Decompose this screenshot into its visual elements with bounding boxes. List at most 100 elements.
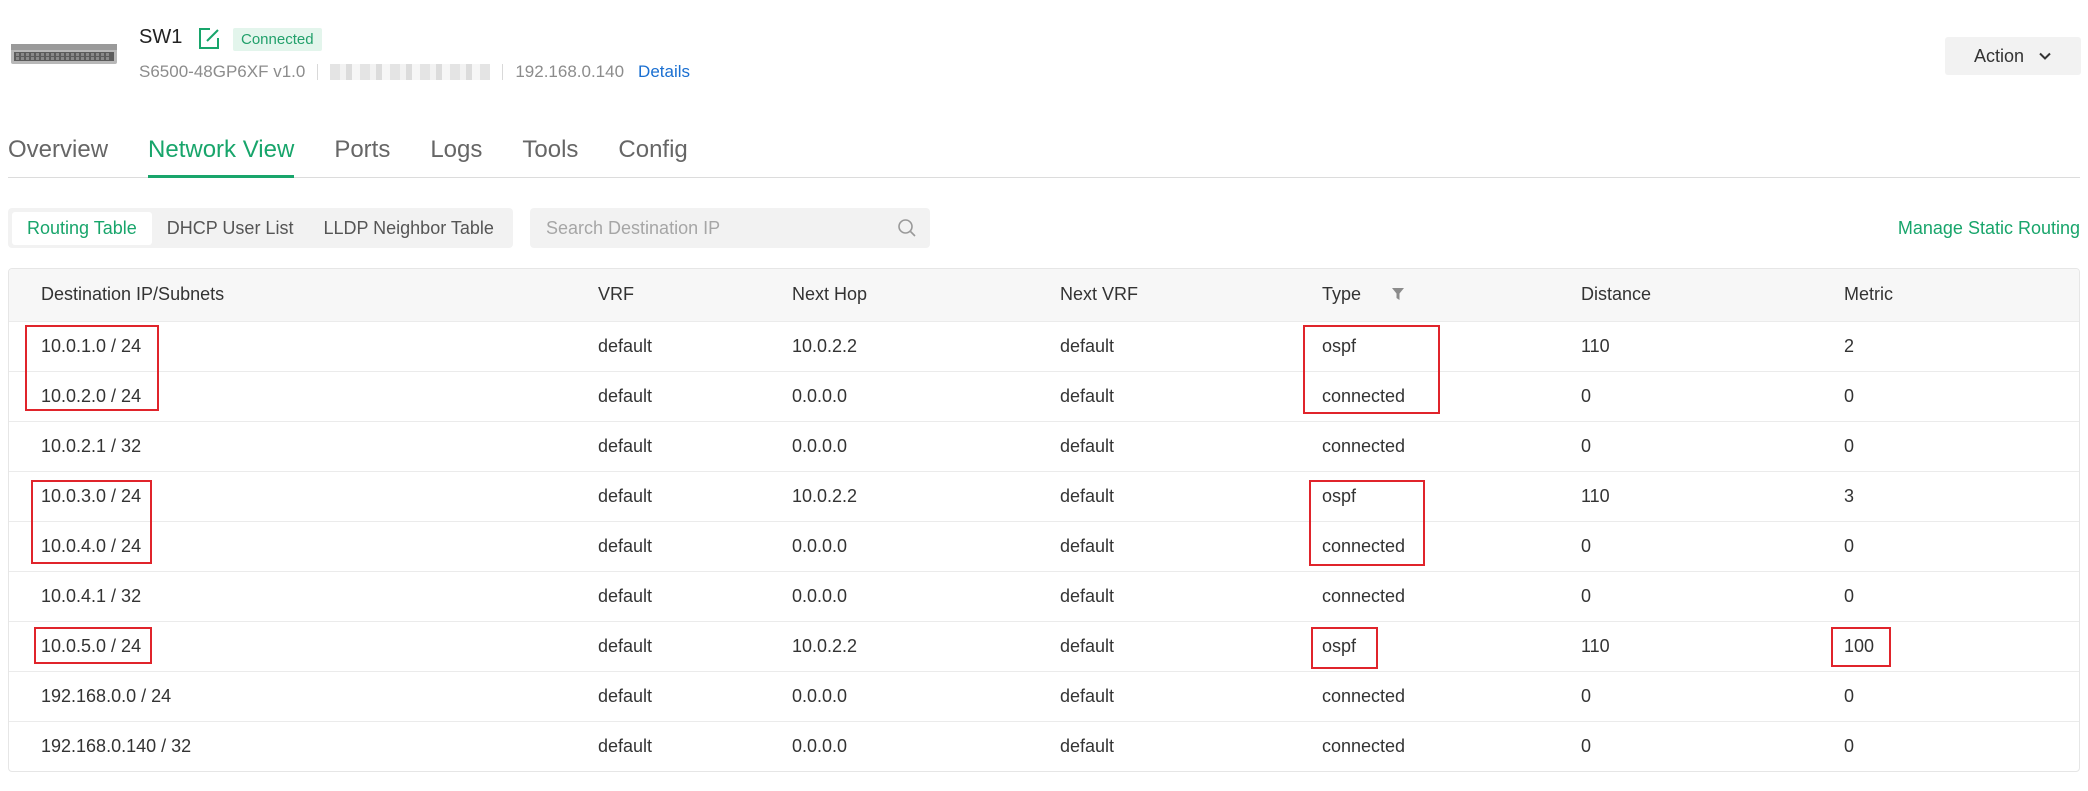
cell-vrf: default <box>598 435 653 456</box>
column-header-next-hop: Next Hop <box>792 284 868 305</box>
cell-type: connected <box>1322 685 1406 706</box>
manage-static-routing-link[interactable]: Manage Static Routing <box>1898 218 2080 239</box>
details-link[interactable]: Details <box>638 62 690 82</box>
cell-metric: 0 <box>1844 685 1855 706</box>
tab-logs[interactable]: Logs <box>430 130 482 177</box>
column-header-distance: Distance <box>1581 284 1652 305</box>
cell-next-vrf: default <box>1060 585 1115 606</box>
cell-vrf: default <box>598 485 653 506</box>
cell-next-hop: 0.0.0.0 <box>792 585 848 606</box>
table-row: 192.168.0.0 / 24 default 0.0.0.0 default… <box>9 671 2079 721</box>
table-row: 10.0.4.0 / 24 default 0.0.0.0 default co… <box>9 521 2079 571</box>
status-badge: Connected <box>233 28 322 51</box>
subtab-dhcp-user-list[interactable]: DHCP User List <box>152 212 309 245</box>
tab-ports[interactable]: Ports <box>334 130 390 177</box>
cell-distance: 110 <box>1581 485 1610 506</box>
column-header-type: Type <box>1290 269 1549 321</box>
cell-vrf: default <box>598 685 653 706</box>
cell-type: connected <box>1322 735 1406 756</box>
cell-next-vrf: default <box>1060 535 1115 556</box>
cell-next-vrf: default <box>1060 385 1115 406</box>
column-header-next-vrf: Next VRF <box>1060 284 1139 305</box>
cell-vrf: default <box>598 535 653 556</box>
cell-next-hop: 0.0.0.0 <box>792 685 848 706</box>
cell-next-hop: 10.0.2.2 <box>792 635 858 656</box>
cell-destination: 10.0.4.1 / 32 <box>41 585 142 606</box>
device-name: SW1 <box>139 26 183 48</box>
cell-distance: 110 <box>1581 635 1610 656</box>
cell-next-vrf: default <box>1060 735 1115 756</box>
divider <box>317 64 319 80</box>
tab-overview[interactable]: Overview <box>8 130 108 177</box>
subtab-routing-table[interactable]: Routing Table <box>12 211 152 245</box>
switch-device-image <box>11 44 117 64</box>
cell-metric: 0 <box>1844 435 1855 456</box>
cell-next-vrf: default <box>1060 435 1115 456</box>
tab-tools[interactable]: Tools <box>522 130 578 177</box>
action-dropdown-button[interactable]: Action <box>1945 37 2081 75</box>
filter-icon[interactable] <box>1391 287 1405 301</box>
divider <box>502 64 504 80</box>
cell-vrf: default <box>598 735 653 756</box>
table-row: 10.0.2.0 / 24 default 0.0.0.0 default co… <box>9 371 2079 421</box>
table-row: 192.168.0.140 / 32 default 0.0.0.0 defau… <box>9 721 2079 771</box>
device-meta-row: S6500-48GP6XF v1.0 192.168.0.140 Details <box>139 62 690 82</box>
cell-destination: 192.168.0.0 / 24 <box>41 685 172 706</box>
cell-destination: 10.0.2.0 / 24 <box>41 385 142 406</box>
column-header-vrf: VRF <box>598 284 634 305</box>
cell-destination: 10.0.5.0 / 24 <box>41 635 142 656</box>
search-box <box>530 208 930 248</box>
tab-config[interactable]: Config <box>618 130 687 177</box>
cell-next-vrf: default <box>1060 485 1115 506</box>
cell-metric: 2 <box>1844 335 1855 356</box>
cell-next-vrf: default <box>1060 335 1115 356</box>
cell-distance: 0 <box>1581 435 1592 456</box>
type-header-label: Type <box>1322 284 1362 305</box>
table-row: 10.0.1.0 / 24 default 10.0.2.2 default o… <box>9 321 2079 371</box>
cell-next-hop: 0.0.0.0 <box>792 385 848 406</box>
subtab-lldp-neighbor-table[interactable]: LLDP Neighbor Table <box>308 212 508 245</box>
cell-next-vrf: default <box>1060 635 1115 656</box>
device-model: S6500-48GP6XF v1.0 <box>139 62 306 81</box>
sub-tab-bar: Routing Table DHCP User List LLDP Neighb… <box>8 208 513 248</box>
column-header-destination: Destination IP/Subnets <box>41 284 225 305</box>
cell-distance: 0 <box>1581 535 1592 556</box>
chevron-down-icon <box>2039 52 2051 60</box>
cell-next-hop: 0.0.0.0 <box>792 735 848 756</box>
cell-type: connected <box>1322 535 1406 556</box>
cell-metric: 0 <box>1844 385 1855 406</box>
column-header-metric: Metric <box>1844 284 1893 305</box>
search-icon[interactable] <box>896 217 918 239</box>
cell-destination: 10.0.4.0 / 24 <box>41 535 142 556</box>
cell-distance: 0 <box>1581 685 1592 706</box>
cell-type: connected <box>1322 385 1406 406</box>
cell-destination: 10.0.1.0 / 24 <box>41 335 142 356</box>
cell-distance: 110 <box>1581 335 1610 356</box>
cell-metric: 100 <box>1844 635 1875 656</box>
cell-metric: 0 <box>1844 585 1855 606</box>
cell-distance: 0 <box>1581 735 1592 756</box>
cell-vrf: default <box>598 635 653 656</box>
cell-destination: 192.168.0.140 / 32 <box>41 735 192 756</box>
table-row: 10.0.2.1 / 32 default 0.0.0.0 default co… <box>9 421 2079 471</box>
cell-type: ospf <box>1322 335 1357 356</box>
cell-distance: 0 <box>1581 385 1592 406</box>
cell-metric: 3 <box>1844 485 1855 506</box>
cell-next-hop: 10.0.2.2 <box>792 485 858 506</box>
tab-network-view[interactable]: Network View <box>148 130 295 178</box>
edit-icon[interactable] <box>196 26 222 52</box>
cell-next-vrf: default <box>1060 685 1115 706</box>
cell-type: connected <box>1322 435 1406 456</box>
table-row: 10.0.5.0 / 24 default 10.0.2.2 default o… <box>9 621 2079 671</box>
cell-next-hop: 0.0.0.0 <box>792 435 848 456</box>
redacted-mac-address <box>330 64 491 80</box>
cell-type: ospf <box>1322 485 1357 506</box>
cell-type: ospf <box>1322 635 1357 656</box>
cell-metric: 0 <box>1844 735 1855 756</box>
cell-destination: 10.0.3.0 / 24 <box>41 485 142 506</box>
cell-vrf: default <box>598 385 653 406</box>
table-header-row: Destination IP/Subnets VRF Next Hop Next… <box>9 269 2079 321</box>
device-ip: 192.168.0.140 <box>515 62 625 81</box>
search-input[interactable] <box>546 217 896 239</box>
action-label: Action <box>1973 45 2025 66</box>
